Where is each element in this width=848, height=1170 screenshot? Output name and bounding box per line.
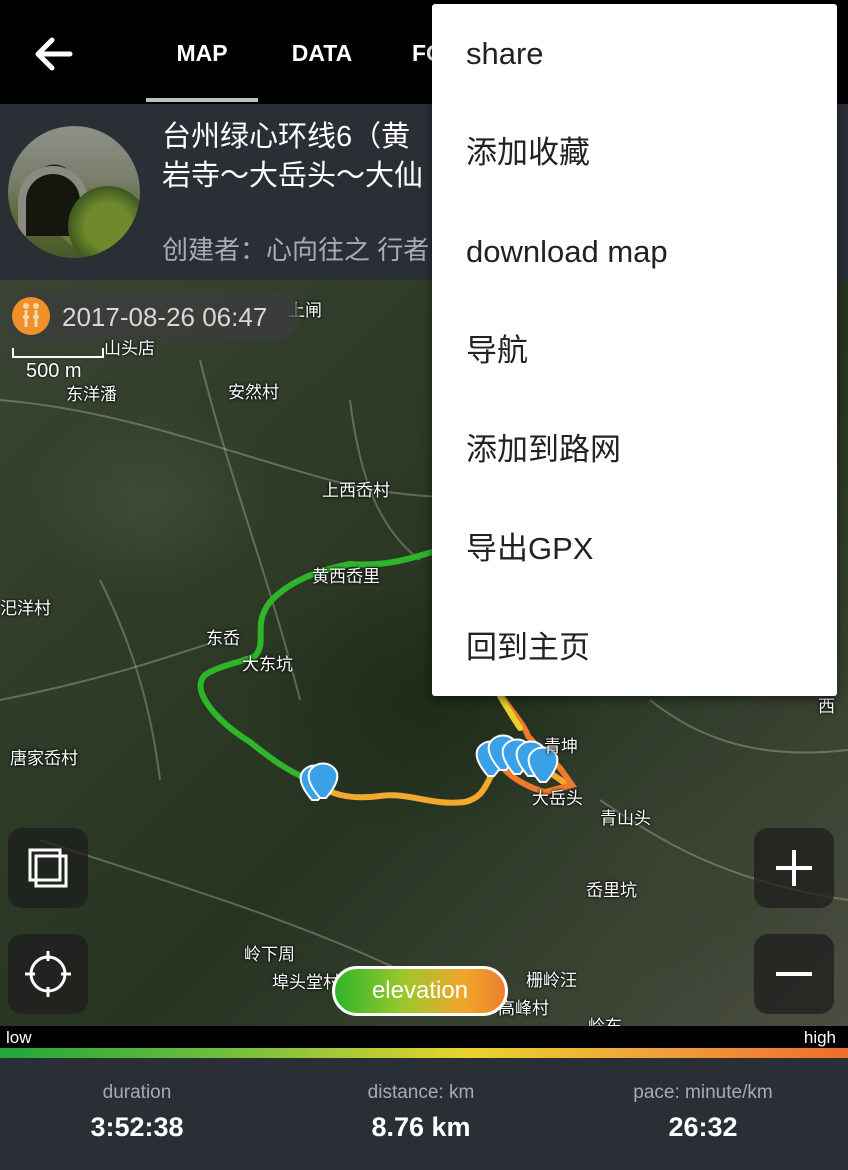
elevation-toggle[interactable]: elevation — [332, 966, 508, 1016]
scale-bar — [12, 348, 104, 358]
layers-button[interactable] — [8, 828, 88, 908]
layers-icon — [8, 828, 88, 908]
legend-gradient-bar — [0, 1048, 848, 1058]
place-label: 黄西岙里 — [312, 567, 380, 586]
menu-item-download-map[interactable]: download map — [432, 202, 837, 301]
tab-data[interactable]: DATA — [272, 0, 372, 104]
hiker-icon — [12, 297, 50, 335]
place-label: 汜洋村 — [0, 599, 51, 618]
scale-label: 500 m — [26, 360, 82, 382]
stat-duration: duration 3:52:38 — [0, 1058, 278, 1143]
overflow-menu: share 添加收藏 download map 导航 添加到路网 导出GPX 回… — [432, 4, 837, 696]
creator-label[interactable]: 创建者：心向往之 行者 — [162, 230, 442, 267]
place-label: 岙里坑 — [586, 881, 637, 900]
place-label: 青山头 — [600, 809, 651, 828]
zoom-in-button[interactable] — [754, 828, 834, 908]
pin-icon — [299, 734, 559, 801]
tab-map[interactable]: MAP — [146, 0, 258, 104]
place-label: 大东坑 — [242, 655, 293, 674]
distance-value: 8.76 km — [371, 1112, 471, 1142]
stat-pace: pace: minute/km 26:32 — [562, 1058, 844, 1143]
menu-item-export-gpx[interactable]: 导出GPX — [432, 499, 837, 598]
place-label: 埠头堂村 — [272, 973, 340, 992]
back-button[interactable] — [22, 22, 86, 86]
zoom-out-button[interactable] — [754, 934, 834, 1014]
zoom-in-icon — [754, 828, 834, 908]
menu-item-navigate[interactable]: 导航 — [432, 301, 837, 400]
route-title-line2: 岩寺～大岳头～大仙 — [162, 160, 424, 192]
place-label: 东岙 — [206, 629, 240, 648]
pace-value: 26:32 — [668, 1112, 738, 1142]
zoom-out-icon — [754, 934, 834, 1014]
place-label: 东洋潘 — [66, 385, 117, 404]
place-label: 栅岭汪 — [526, 971, 577, 990]
distance-label: distance: km — [367, 1082, 475, 1103]
route-title: 台州绿心环线6（黄 岩寺～大岳头～大仙 — [162, 118, 452, 196]
locate-icon — [8, 934, 88, 1014]
place-label: 唐家岙村 — [10, 749, 78, 768]
place-label: 岭下周 — [244, 945, 295, 964]
duration-label: duration — [102, 1082, 172, 1103]
menu-item-add-to-network[interactable]: 添加到路网 — [432, 400, 837, 499]
menu-item-share[interactable]: share — [432, 4, 837, 103]
legend-high-label: high — [803, 1028, 836, 1047]
place-label: 青坤 — [544, 737, 578, 756]
legend-low-label: low — [6, 1028, 32, 1047]
route-avatar[interactable] — [8, 126, 140, 258]
menu-item-add-favorite[interactable]: 添加收藏 — [432, 103, 837, 202]
track-yellow-link — [497, 693, 523, 731]
place-label: 安然村 — [228, 383, 279, 402]
place-label: 岭东 — [588, 1012, 622, 1026]
menu-item-home[interactable]: 回到主页 — [432, 598, 837, 697]
route-title-line1: 台州绿心环线6（黄 — [162, 121, 411, 153]
stats-bar: duration 3:52:38 distance: km 8.76 km pa… — [0, 1058, 848, 1170]
duration-value: 3:52:38 — [90, 1112, 184, 1142]
date-badge: 2017-08-26 06:47 — [6, 292, 300, 340]
locate-button[interactable] — [8, 934, 88, 1014]
stat-distance: distance: km 8.76 km — [280, 1058, 562, 1143]
place-label: 上西岙村 — [322, 481, 390, 500]
place-label: 大岳头 — [532, 789, 583, 808]
pace-label: pace: minute/km — [633, 1082, 773, 1103]
date-text: 2017-08-26 06:47 — [62, 302, 268, 332]
avatar-photo-foliage — [68, 186, 140, 258]
back-arrow-icon — [35, 37, 73, 71]
